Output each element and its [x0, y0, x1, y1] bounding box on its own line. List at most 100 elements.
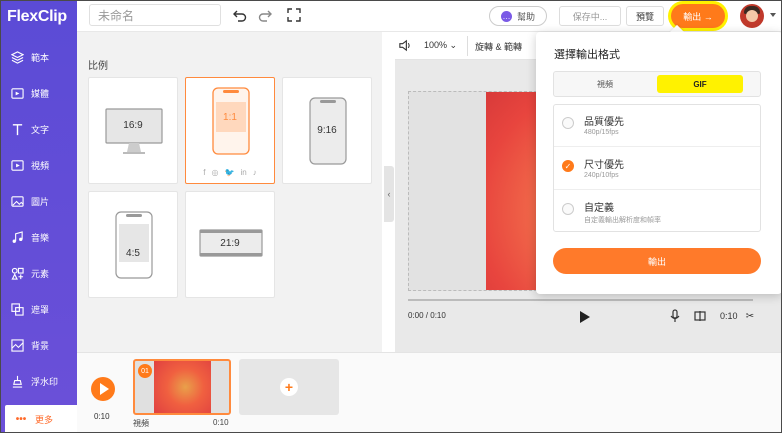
ratio-label: 21:9 [220, 238, 240, 249]
tab-gif[interactable]: GIF [657, 75, 743, 93]
toolbar-divider [467, 36, 468, 56]
sidebar-item-label: 媒體 [31, 88, 50, 99]
plus-icon: + [280, 378, 298, 396]
sidebar-item-templates[interactable]: 範本 [1, 39, 77, 75]
save-status-button[interactable]: 保存中... [559, 6, 621, 26]
sidebar-item-label: 更多 [35, 415, 54, 425]
microphone-icon[interactable] [668, 309, 682, 323]
sidebar-item-music[interactable]: 音樂 [1, 219, 77, 255]
total-duration: 0:10 [720, 311, 738, 321]
chat-icon: … [500, 10, 512, 22]
chevron-down-icon: ⌄ [449, 40, 458, 50]
sidebar-item-media[interactable]: 媒體 [1, 75, 77, 111]
sidebar-item-label: 範本 [31, 52, 50, 63]
sidebar-item-background[interactable]: 背景 [1, 327, 77, 363]
help-label: 幫助 [516, 11, 535, 22]
more-icon: ••• [15, 414, 27, 425]
export-button[interactable]: 輸出 → [671, 4, 725, 28]
export-label: 輸出 → [683, 11, 713, 22]
clip-number-badge: 01 [138, 364, 152, 378]
fullscreen-icon[interactable] [287, 8, 301, 22]
facebook-icon: f [203, 168, 206, 177]
sidebar-item-label: 視頻 [31, 160, 50, 171]
social-icons: f ◎ 🐦 in ♪ [186, 168, 274, 177]
ratio-panel-title: 比例 [88, 61, 108, 72]
sidebar-item-overlays[interactable]: 遮罩 [1, 291, 77, 327]
export-format-popup: 選擇輸出格式 視頻 GIF 品質優先 480p/15fps ✓ 尺寸優先 240… [536, 32, 781, 294]
app-window: FlexClip 範本 媒體 文字 視頻 圖片 音樂 元素 遮罩 背景 浮水印 … [0, 0, 782, 433]
zoom-select[interactable]: 100% ⌄ [424, 40, 457, 51]
option-subtitle: 480p/15fps [584, 129, 619, 136]
playback-time: 0:00 / 0:10 [408, 311, 446, 320]
play-icon [99, 383, 109, 395]
scissors-icon[interactable]: ✂ [743, 309, 757, 323]
volume-icon[interactable] [398, 39, 411, 54]
ratio-label: 4:5 [126, 248, 140, 259]
add-clip-button[interactable]: + [239, 359, 339, 415]
format-toggle: 視頻 GIF [553, 71, 761, 97]
collapse-panel-button[interactable]: ‹ [384, 166, 394, 222]
sidebar-item-elements[interactable]: 元素 [1, 255, 77, 291]
playback-progress-bar[interactable] [408, 299, 753, 301]
sidebar-item-label: 背景 [31, 340, 50, 351]
overlay-icon [10, 302, 24, 316]
option-size-first[interactable]: ✓ 尺寸優先 240p/10fps [554, 148, 760, 190]
popup-export-button[interactable]: 輸出 [553, 248, 761, 274]
rotate-crop-button[interactable]: 旋轉 & 範轉 [475, 40, 522, 53]
sidebar-item-label: 遮罩 [31, 304, 50, 315]
option-title: 尺寸優先 [584, 160, 624, 171]
sidebar-item-watermark[interactable]: 浮水印 [1, 363, 77, 399]
sidebar: FlexClip 範本 媒體 文字 視頻 圖片 音樂 元素 遮罩 背景 浮水印 … [1, 1, 77, 432]
sidebar-item-text[interactable]: 文字 [1, 111, 77, 147]
help-button[interactable]: … 幫助 [489, 6, 547, 26]
sidebar-item-label: 音樂 [31, 232, 50, 243]
ratio-option-9-16[interactable]: 9:16 [282, 77, 372, 184]
undo-icon[interactable] [233, 8, 247, 22]
tab-video[interactable]: 視頻 [558, 75, 652, 93]
timeline-total-time: 0:10 [94, 412, 110, 421]
timeline-play-button[interactable] [91, 377, 115, 401]
clip-thumbnail [154, 361, 211, 413]
sidebar-item-label: 元素 [31, 268, 50, 279]
ratio-option-21-9[interactable]: 21:9 [185, 191, 275, 298]
image-icon [10, 194, 24, 208]
chevron-down-icon[interactable] [770, 13, 776, 17]
option-title: 品質優先 [584, 117, 624, 128]
text-icon [10, 122, 24, 136]
option-quality-first[interactable]: 品質優先 480p/15fps [554, 105, 760, 147]
ratio-option-16-9[interactable]: 16:9 [88, 77, 178, 184]
twitter-icon: 🐦 [224, 168, 235, 177]
play-icon[interactable] [580, 311, 590, 323]
music-icon [10, 230, 24, 244]
radio-button[interactable] [562, 203, 574, 215]
instagram-icon: ◎ [211, 168, 219, 177]
split-view-icon[interactable] [693, 309, 707, 323]
app-logo[interactable]: FlexClip [7, 8, 67, 26]
sidebar-item-label: 圖片 [31, 196, 50, 207]
avatar[interactable] [740, 4, 764, 28]
linkedin-icon: in [240, 168, 247, 177]
tiktok-icon: ♪ [252, 168, 257, 177]
timeline-clip[interactable]: 01 [133, 359, 231, 415]
sidebar-item-video[interactable]: 視頻 [1, 147, 77, 183]
sidebar-item-label: 浮水印 [31, 376, 59, 387]
option-custom[interactable]: 自定義 自定義輸出解析度和幀率 [554, 191, 760, 233]
timeline: 0:10 01 視頻 0:10 + [77, 352, 781, 432]
popup-title: 選擇輸出格式 [554, 49, 620, 61]
radio-button-checked[interactable]: ✓ [562, 160, 574, 172]
redo-icon[interactable] [258, 8, 272, 22]
chevron-left-icon: ‹ [387, 189, 391, 199]
media-icon [10, 86, 24, 100]
background-icon [10, 338, 24, 352]
ratio-option-4-5[interactable]: 4:5 [88, 191, 178, 298]
sidebar-item-images[interactable]: 圖片 [1, 183, 77, 219]
preview-label: 預覽 [635, 11, 654, 22]
preview-button[interactable]: 預覽 [626, 6, 664, 26]
project-title-input[interactable]: 未命名 [89, 4, 221, 26]
ratio-label: 16:9 [123, 120, 143, 131]
ratio-option-1-1[interactable]: 1:1 f ◎ 🐦 in ♪ [185, 77, 275, 184]
clip-duration: 0:10 [213, 418, 229, 427]
radio-button[interactable] [562, 117, 574, 129]
watermark-icon [10, 374, 24, 388]
sidebar-item-more[interactable]: ••• 更多 [5, 405, 77, 432]
